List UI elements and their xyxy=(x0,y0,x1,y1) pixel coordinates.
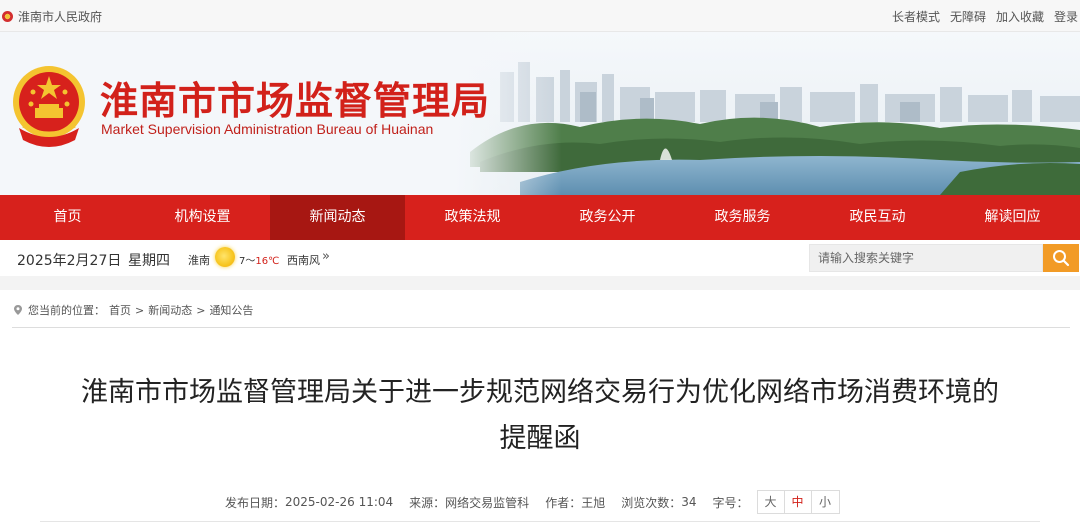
weather-city: 淮南 xyxy=(188,254,210,267)
article-panel: 您当前的位置： 首页 > 新闻动态 > 通知公告 淮南市市场监督管理局关于进一步… xyxy=(0,290,1080,522)
article-source: 网络交易监管科 xyxy=(445,495,530,510)
temp-low: 7～ xyxy=(239,256,256,267)
breadcrumb-notices[interactable]: 通知公告 xyxy=(209,302,253,318)
info-bar: 2025年2月27日 星期四 淮南 7～16℃ 西南风 » xyxy=(0,240,1080,276)
sunny-icon xyxy=(215,247,235,267)
font-size-large-button[interactable]: 大 xyxy=(758,491,785,513)
site-name: 淮南市人民政府 xyxy=(18,10,103,24)
nav-item-interaction[interactable]: 政民互动 xyxy=(810,195,945,240)
nav-item-news[interactable]: 新闻动态 xyxy=(270,195,405,240)
bureau-title-english: Market Supervision Administration Bureau… xyxy=(101,121,434,137)
double-chevron-right-icon[interactable]: » xyxy=(322,249,330,264)
temp-high: 16℃ xyxy=(255,256,280,267)
main-nav: 首页 机构设置 新闻动态 政策法规 政务公开 政务服务 政民互动 解读回应 xyxy=(0,195,1080,240)
article-meta: 发布日期： 2025-02-26 11:04 来源： 网络交易监管科 作者： 王… xyxy=(225,490,840,514)
nav-item-policies[interactable]: 政策法规 xyxy=(405,195,540,240)
font-size-switcher: 大 中 小 xyxy=(756,490,840,514)
breadcrumb-prefix: 您当前的位置： xyxy=(28,304,105,317)
current-weekday: 星期四 xyxy=(128,253,170,269)
site-name-link[interactable]: 淮南市人民政府 xyxy=(2,8,102,25)
add-favorite-link[interactable]: 加入收藏 xyxy=(996,8,1044,25)
publish-date-label: 发布日期： xyxy=(225,495,286,510)
article-author: 王旭 xyxy=(581,495,606,510)
bureau-title: 淮南市市场监督管理局 xyxy=(100,78,491,123)
login-link[interactable]: 登录 xyxy=(1054,8,1078,25)
top-links: 长者模式 无障碍 加入收藏 登录 xyxy=(892,8,1078,25)
nav-item-gov-services[interactable]: 政务服务 xyxy=(675,195,810,240)
article-title-line2: 提醒函 xyxy=(499,423,581,454)
elder-mode-link[interactable]: 长者模式 xyxy=(892,8,940,25)
nav-item-gov-disclosure[interactable]: 政务公开 xyxy=(540,195,675,240)
current-date: 2025年2月27日 xyxy=(17,253,122,269)
weather-wind: 西南风 xyxy=(287,254,320,267)
breadcrumb-divider xyxy=(12,327,1070,328)
views-label: 浏览次数： xyxy=(621,495,682,510)
font-size-medium-button[interactable]: 中 xyxy=(785,491,812,513)
breadcrumb-separator: > xyxy=(135,303,145,317)
article-title: 淮南市市场监督管理局关于进一步规范网络交易行为优化网络市场消费环境的 提醒函 xyxy=(40,370,1040,462)
font-size-label: 字号： xyxy=(712,495,749,510)
breadcrumb-separator: > xyxy=(196,303,206,317)
breadcrumb-home[interactable]: 首页 xyxy=(109,302,131,318)
weather-temperature: 7～16℃ xyxy=(239,252,279,267)
search-input[interactable] xyxy=(809,244,1043,272)
national-emblem-icon xyxy=(2,11,13,22)
font-size-small-button[interactable]: 小 xyxy=(812,491,839,513)
national-emblem-icon xyxy=(13,66,85,147)
article-title-line1: 淮南市市场监督管理局关于进一步规范网络交易行为优化网络市场消费环境的 xyxy=(81,377,999,408)
nav-item-organization[interactable]: 机构设置 xyxy=(135,195,270,240)
top-bar: 淮南市人民政府 长者模式 无障碍 加入收藏 登录 xyxy=(0,0,1080,32)
breadcrumb: 您当前的位置： 首页 > 新闻动态 > 通知公告 xyxy=(12,302,253,318)
nav-item-interpretation[interactable]: 解读回应 xyxy=(945,195,1080,240)
view-count: 34 xyxy=(681,495,697,509)
source-label: 来源： xyxy=(409,495,446,510)
author-label: 作者： xyxy=(545,495,582,510)
accessibility-link[interactable]: 无障碍 xyxy=(950,8,986,25)
breadcrumb-news[interactable]: 新闻动态 xyxy=(148,302,192,318)
nav-item-home[interactable]: 首页 xyxy=(0,195,135,240)
publish-date: 2025-02-26 11:04 xyxy=(285,495,394,509)
search-button[interactable] xyxy=(1043,244,1079,272)
content-area: 您当前的位置： 首页 > 新闻动态 > 通知公告 淮南市市场监督管理局关于进一步… xyxy=(0,276,1080,522)
location-pin-icon xyxy=(14,305,22,315)
search-icon xyxy=(1053,250,1070,267)
header-banner: 淮南市市场监督管理局 Market Supervision Administra… xyxy=(0,32,1080,195)
